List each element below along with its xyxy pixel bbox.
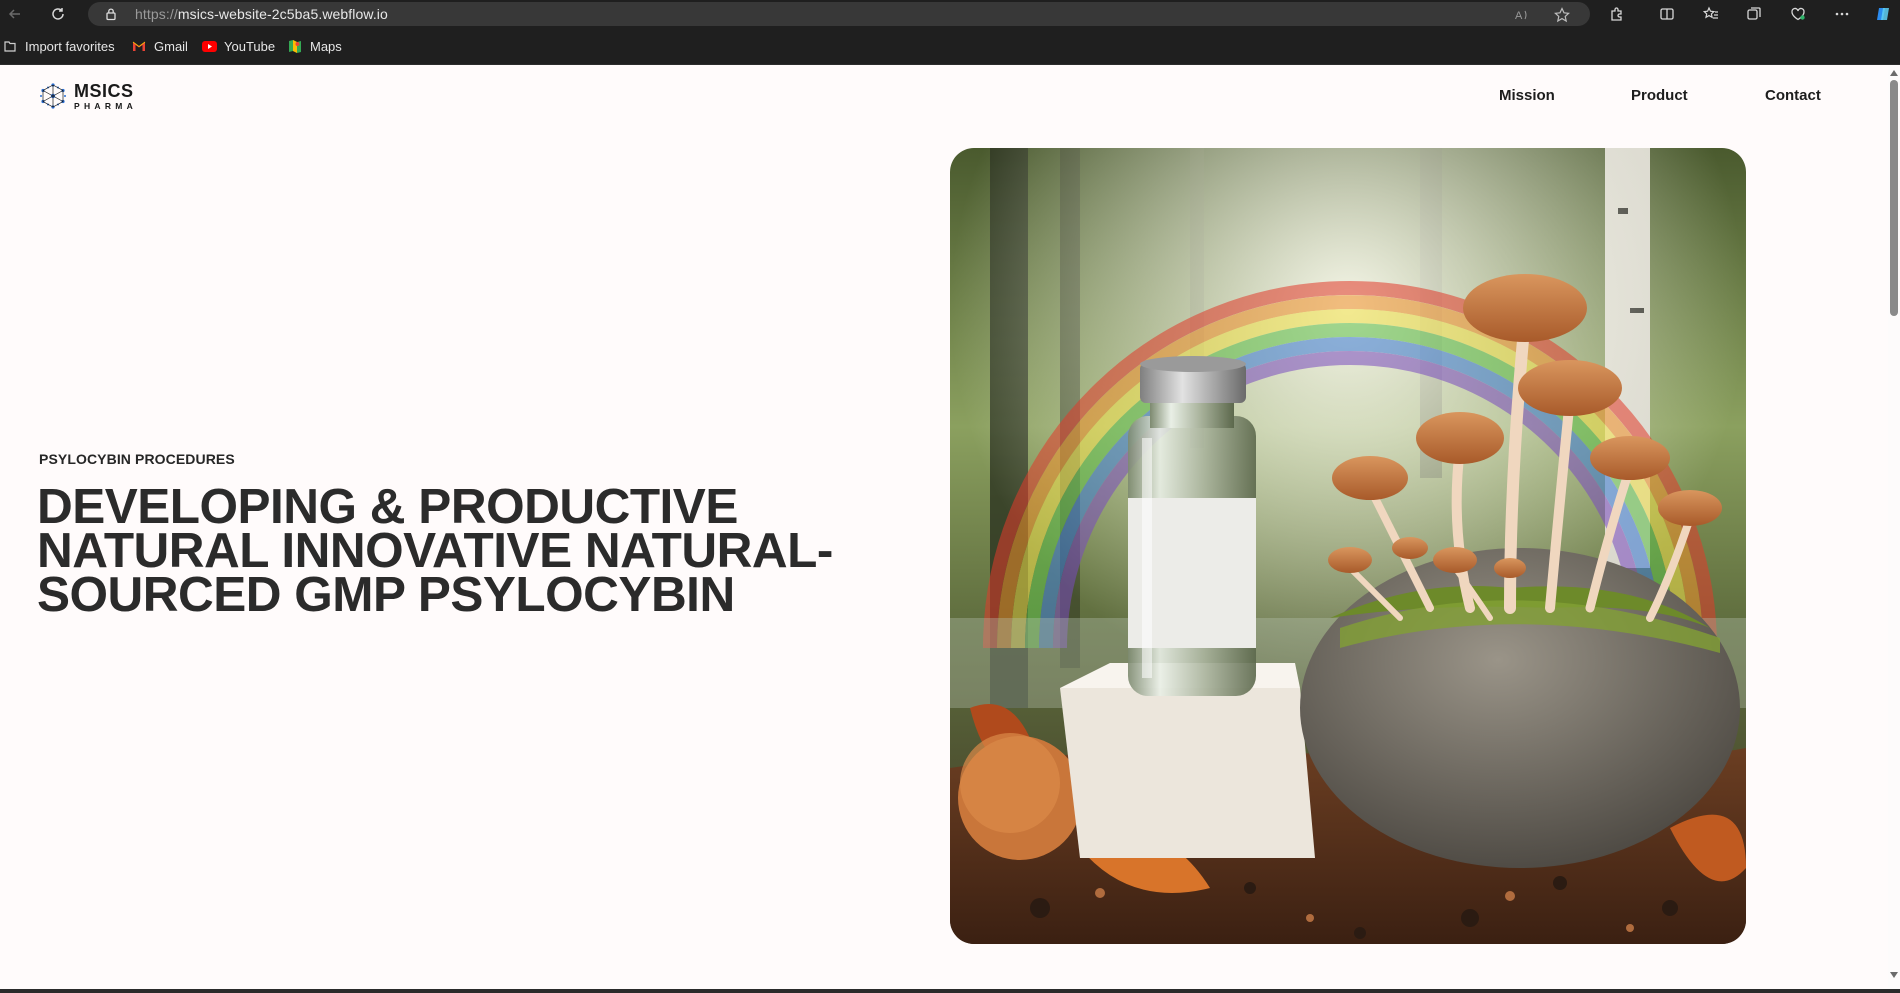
- extensions-button[interactable]: [1604, 2, 1630, 26]
- refresh-icon: [52, 8, 64, 20]
- bookmark-youtube[interactable]: YouTube: [201, 36, 275, 56]
- address-bar[interactable]: https://msics-website-2c5ba5.webflow.io …: [88, 2, 1590, 26]
- logo-name: MSICS: [74, 80, 134, 101]
- back-arrow-icon: [8, 9, 20, 19]
- split-screen-button[interactable]: [1654, 2, 1680, 26]
- logo-subtitle: PHARMA: [74, 100, 138, 111]
- bookmark-gmail[interactable]: Gmail: [131, 36, 188, 56]
- maps-icon: [287, 38, 303, 54]
- bookmark-label: Gmail: [154, 38, 188, 54]
- collections-button[interactable]: [1741, 2, 1767, 26]
- read-aloud-icon[interactable]: A: [1514, 7, 1530, 23]
- copilot-button[interactable]: [1870, 2, 1896, 26]
- settings-menu-button[interactable]: [1829, 2, 1855, 26]
- split-screen-icon: [1660, 8, 1674, 20]
- favorites-button[interactable]: [1698, 2, 1724, 26]
- bookmark-import-favorites[interactable]: Import favorites: [2, 36, 115, 56]
- puzzle-icon: [1611, 7, 1622, 21]
- site-logo[interactable]: MSICS PHARMA: [38, 81, 137, 111]
- vial-mushroom-illustration: [950, 148, 1746, 944]
- import-icon: [2, 38, 18, 54]
- collections-icon: [1747, 7, 1761, 20]
- favorites-list-icon: [1703, 6, 1718, 19]
- nav-link-product[interactable]: Product: [1631, 87, 1688, 104]
- scrollbar-thumb[interactable]: [1890, 80, 1898, 316]
- bookmark-label: YouTube: [224, 38, 276, 54]
- bookmark-label: Maps: [310, 38, 342, 54]
- hero-image: [950, 148, 1746, 944]
- nav-link-mission[interactable]: Mission: [1499, 87, 1555, 104]
- headline-line: SOURCED GMP PSYLOCYBIN: [37, 567, 735, 622]
- scroll-up-arrow-icon[interactable]: [1890, 70, 1898, 76]
- scroll-down-arrow-icon[interactable]: [1890, 972, 1898, 978]
- gmail-icon: [131, 38, 147, 54]
- web-page: MSICS PHARMA Mission Product Contact PSY…: [0, 65, 1888, 989]
- favorite-star-icon[interactable]: [1554, 7, 1570, 23]
- refresh-button[interactable]: [45, 2, 71, 26]
- bookmarks-bar: Import favorites Gmail YouTube Maps: [0, 28, 1900, 65]
- bookmark-maps[interactable]: Maps: [287, 36, 342, 56]
- copilot-icon: [1877, 8, 1889, 20]
- back-button[interactable]: [2, 2, 28, 26]
- browser-essentials-button[interactable]: [1785, 2, 1811, 26]
- nav-link-contact[interactable]: Contact: [1765, 87, 1821, 104]
- bookmark-label: Import favorites: [25, 38, 115, 54]
- svg-text:A: A: [1515, 10, 1523, 22]
- more-dots-icon: [1835, 12, 1849, 16]
- molecule-logo-icon: [40, 83, 66, 109]
- lock-icon: [106, 8, 116, 21]
- url-text: https://msics-website-2c5ba5.webflow.io: [135, 6, 388, 22]
- browser-toolbar: https://msics-website-2c5ba5.webflow.io …: [0, 0, 1900, 28]
- hero-headline: DEVELOPING & PRODUCTIVE NATURAL INNOVATI…: [37, 482, 917, 622]
- youtube-icon: [201, 38, 217, 54]
- hero-eyebrow: PSYLOCYBIN PROCEDURES: [39, 451, 235, 467]
- heart-pulse-icon: [1791, 7, 1805, 21]
- window-bottom-edge: [0, 989, 1900, 993]
